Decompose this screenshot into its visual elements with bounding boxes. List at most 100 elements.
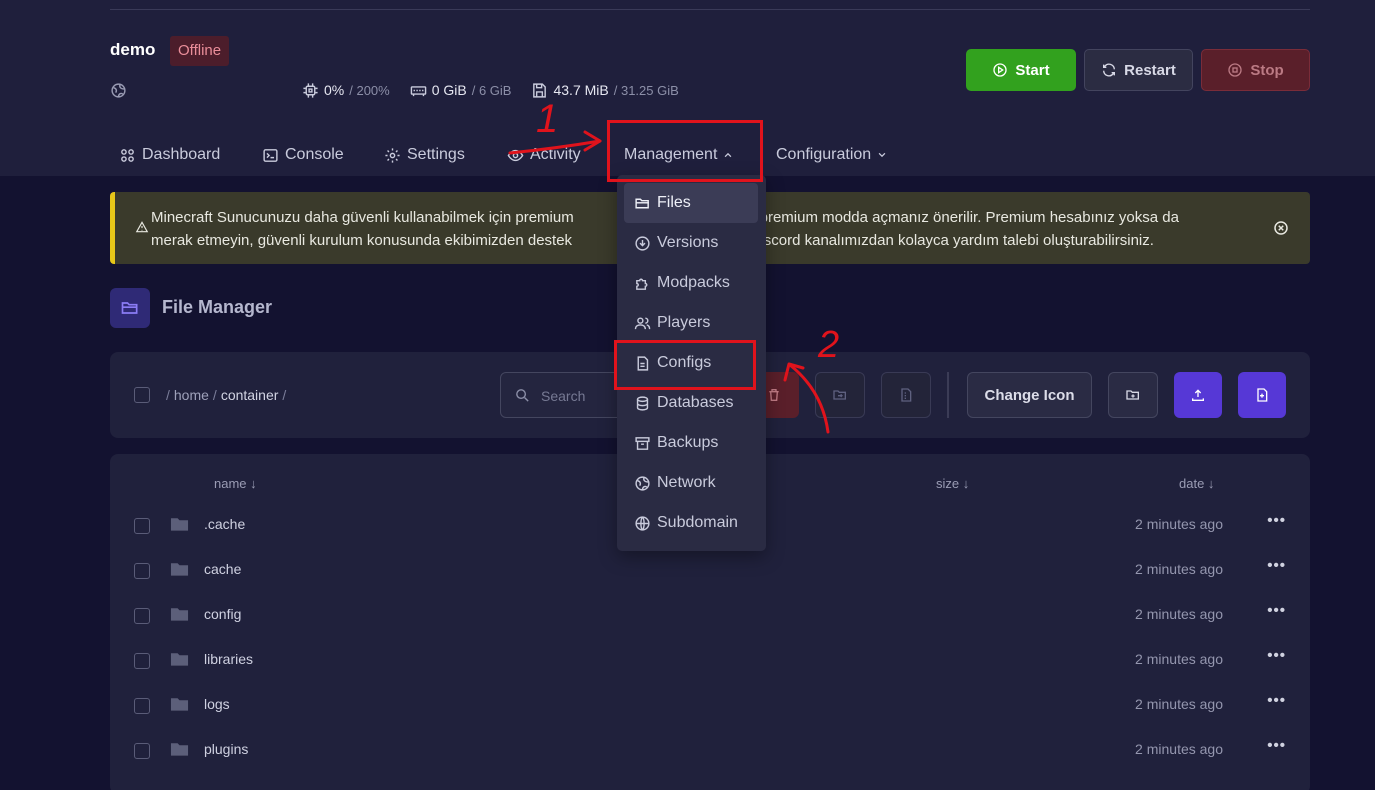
file-date: 2 minutes ago bbox=[1135, 741, 1223, 757]
table-row[interactable]: libraries 2 minutes ago ••• bbox=[110, 637, 1310, 682]
highlight-configs bbox=[614, 340, 756, 390]
download-circle-icon bbox=[635, 235, 650, 251]
file-name[interactable]: logs bbox=[204, 696, 230, 712]
new-folder-button[interactable] bbox=[1108, 372, 1158, 418]
tab-dashboard[interactable]: Dashboard bbox=[119, 140, 220, 170]
search-icon bbox=[516, 389, 529, 402]
page-title: File Manager bbox=[162, 297, 273, 317]
menu-item-network[interactable]: Network bbox=[624, 463, 758, 503]
file-date: 2 minutes ago bbox=[1135, 696, 1223, 712]
folder-plus-icon bbox=[1126, 390, 1139, 400]
puzzle-icon bbox=[636, 278, 648, 290]
terminal-icon bbox=[263, 148, 278, 162]
archive-icon bbox=[635, 436, 650, 450]
upload-icon bbox=[1192, 389, 1204, 401]
column-name[interactable]: name ↓ bbox=[214, 476, 257, 491]
breadcrumb-container[interactable]: container bbox=[221, 387, 279, 403]
menu-item-versions[interactable]: Versions bbox=[624, 223, 758, 263]
tab-activity[interactable]: Activity bbox=[507, 140, 581, 170]
close-icon[interactable] bbox=[1272, 219, 1290, 237]
upload-button[interactable] bbox=[1174, 372, 1222, 418]
folder-open-icon bbox=[635, 198, 649, 208]
file-date: 2 minutes ago bbox=[1135, 651, 1223, 667]
table-row[interactable]: cache 2 minutes ago ••• bbox=[110, 547, 1310, 592]
menu-item-backups[interactable]: Backups bbox=[624, 423, 758, 463]
column-date[interactable]: date ↓ bbox=[1179, 476, 1214, 491]
chevron-down-icon bbox=[878, 152, 886, 158]
tab-settings[interactable]: Settings bbox=[384, 140, 465, 170]
stop-circle-icon bbox=[1228, 63, 1242, 77]
file-name[interactable]: .cache bbox=[204, 516, 245, 532]
toolbar-divider bbox=[947, 372, 949, 418]
table-row[interactable]: config 2 minutes ago ••• bbox=[110, 592, 1310, 637]
breadcrumb-home[interactable]: home bbox=[174, 387, 209, 403]
folder-icon bbox=[170, 563, 189, 576]
menu-item-files[interactable]: Files bbox=[624, 183, 758, 223]
folder-icon bbox=[170, 653, 189, 666]
search-input[interactable] bbox=[541, 386, 621, 406]
database-icon bbox=[636, 395, 649, 411]
server-stats: 0% / 200% 0 GiB / 6 GiB 43.7 MiB / 31.25… bbox=[110, 79, 679, 101]
row-checkbox[interactable] bbox=[134, 653, 150, 669]
folder-open-icon bbox=[121, 302, 138, 314]
memory-stat: 0 GiB / 6 GiB bbox=[410, 82, 511, 99]
status-badge: Offline bbox=[170, 36, 230, 66]
highlight-management bbox=[607, 120, 763, 182]
globe-icon bbox=[110, 82, 127, 99]
menu-item-modpacks[interactable]: Modpacks bbox=[624, 263, 758, 303]
new-file-button[interactable] bbox=[1238, 372, 1286, 418]
row-checkbox[interactable] bbox=[134, 608, 150, 624]
file-date: 2 minutes ago bbox=[1135, 561, 1223, 577]
move-button[interactable] bbox=[815, 372, 865, 418]
trash-icon bbox=[769, 389, 779, 401]
restart-button[interactable]: Restart bbox=[1084, 49, 1193, 91]
warning-icon bbox=[135, 221, 149, 233]
row-checkbox[interactable] bbox=[134, 518, 150, 534]
column-size[interactable]: size ↓ bbox=[936, 476, 969, 491]
change-icon-button[interactable]: Change Icon bbox=[967, 372, 1092, 418]
menu-item-players[interactable]: Players bbox=[624, 303, 758, 343]
folder-icon bbox=[170, 608, 189, 621]
row-menu-button[interactable]: ••• bbox=[1267, 647, 1286, 664]
select-all-checkbox[interactable] bbox=[134, 387, 150, 403]
grid-icon bbox=[121, 148, 134, 162]
file-name[interactable]: config bbox=[204, 606, 241, 622]
row-checkbox[interactable] bbox=[134, 698, 150, 714]
row-checkbox[interactable] bbox=[134, 563, 150, 579]
table-row[interactable]: plugins 2 minutes ago ••• bbox=[110, 727, 1310, 772]
search-box bbox=[500, 372, 625, 418]
row-menu-button[interactable]: ••• bbox=[1267, 512, 1286, 529]
folder-move-icon bbox=[833, 390, 846, 400]
cpu-icon bbox=[303, 82, 318, 98]
file-manager-icon bbox=[110, 288, 150, 328]
cpu-stat: 0% / 200% bbox=[302, 82, 390, 99]
menu-item-subdomain[interactable]: Subdomain bbox=[624, 503, 758, 543]
tab-console[interactable]: Console bbox=[262, 140, 344, 170]
disk-stat: 43.7 MiB / 31.25 GiB bbox=[531, 82, 679, 99]
save-icon bbox=[533, 82, 547, 98]
breadcrumb: / home / container / bbox=[166, 387, 287, 403]
file-plus-icon bbox=[1257, 388, 1268, 402]
table-row[interactable]: logs 2 minutes ago ••• bbox=[110, 682, 1310, 727]
file-zip-icon bbox=[901, 388, 912, 402]
row-menu-button[interactable]: ••• bbox=[1267, 557, 1286, 574]
file-name[interactable]: plugins bbox=[204, 741, 248, 757]
row-menu-button[interactable]: ••• bbox=[1267, 692, 1286, 709]
folder-icon bbox=[170, 518, 189, 531]
file-date: 2 minutes ago bbox=[1135, 606, 1223, 622]
start-button[interactable]: Start bbox=[966, 49, 1076, 91]
server-name: demo bbox=[110, 40, 156, 59]
file-name[interactable]: cache bbox=[204, 561, 241, 577]
row-menu-button[interactable]: ••• bbox=[1267, 737, 1286, 754]
row-checkbox[interactable] bbox=[134, 743, 150, 759]
folder-icon bbox=[170, 698, 189, 711]
row-menu-button[interactable]: ••• bbox=[1267, 602, 1286, 619]
archive-button[interactable] bbox=[881, 372, 931, 418]
tab-configuration[interactable]: Configuration bbox=[776, 140, 887, 170]
users-icon bbox=[634, 316, 651, 329]
stop-button[interactable]: Stop bbox=[1201, 49, 1310, 91]
file-name[interactable]: libraries bbox=[204, 651, 253, 667]
refresh-icon bbox=[1103, 63, 1116, 77]
file-date: 2 minutes ago bbox=[1135, 516, 1223, 532]
eye-icon bbox=[507, 149, 524, 161]
